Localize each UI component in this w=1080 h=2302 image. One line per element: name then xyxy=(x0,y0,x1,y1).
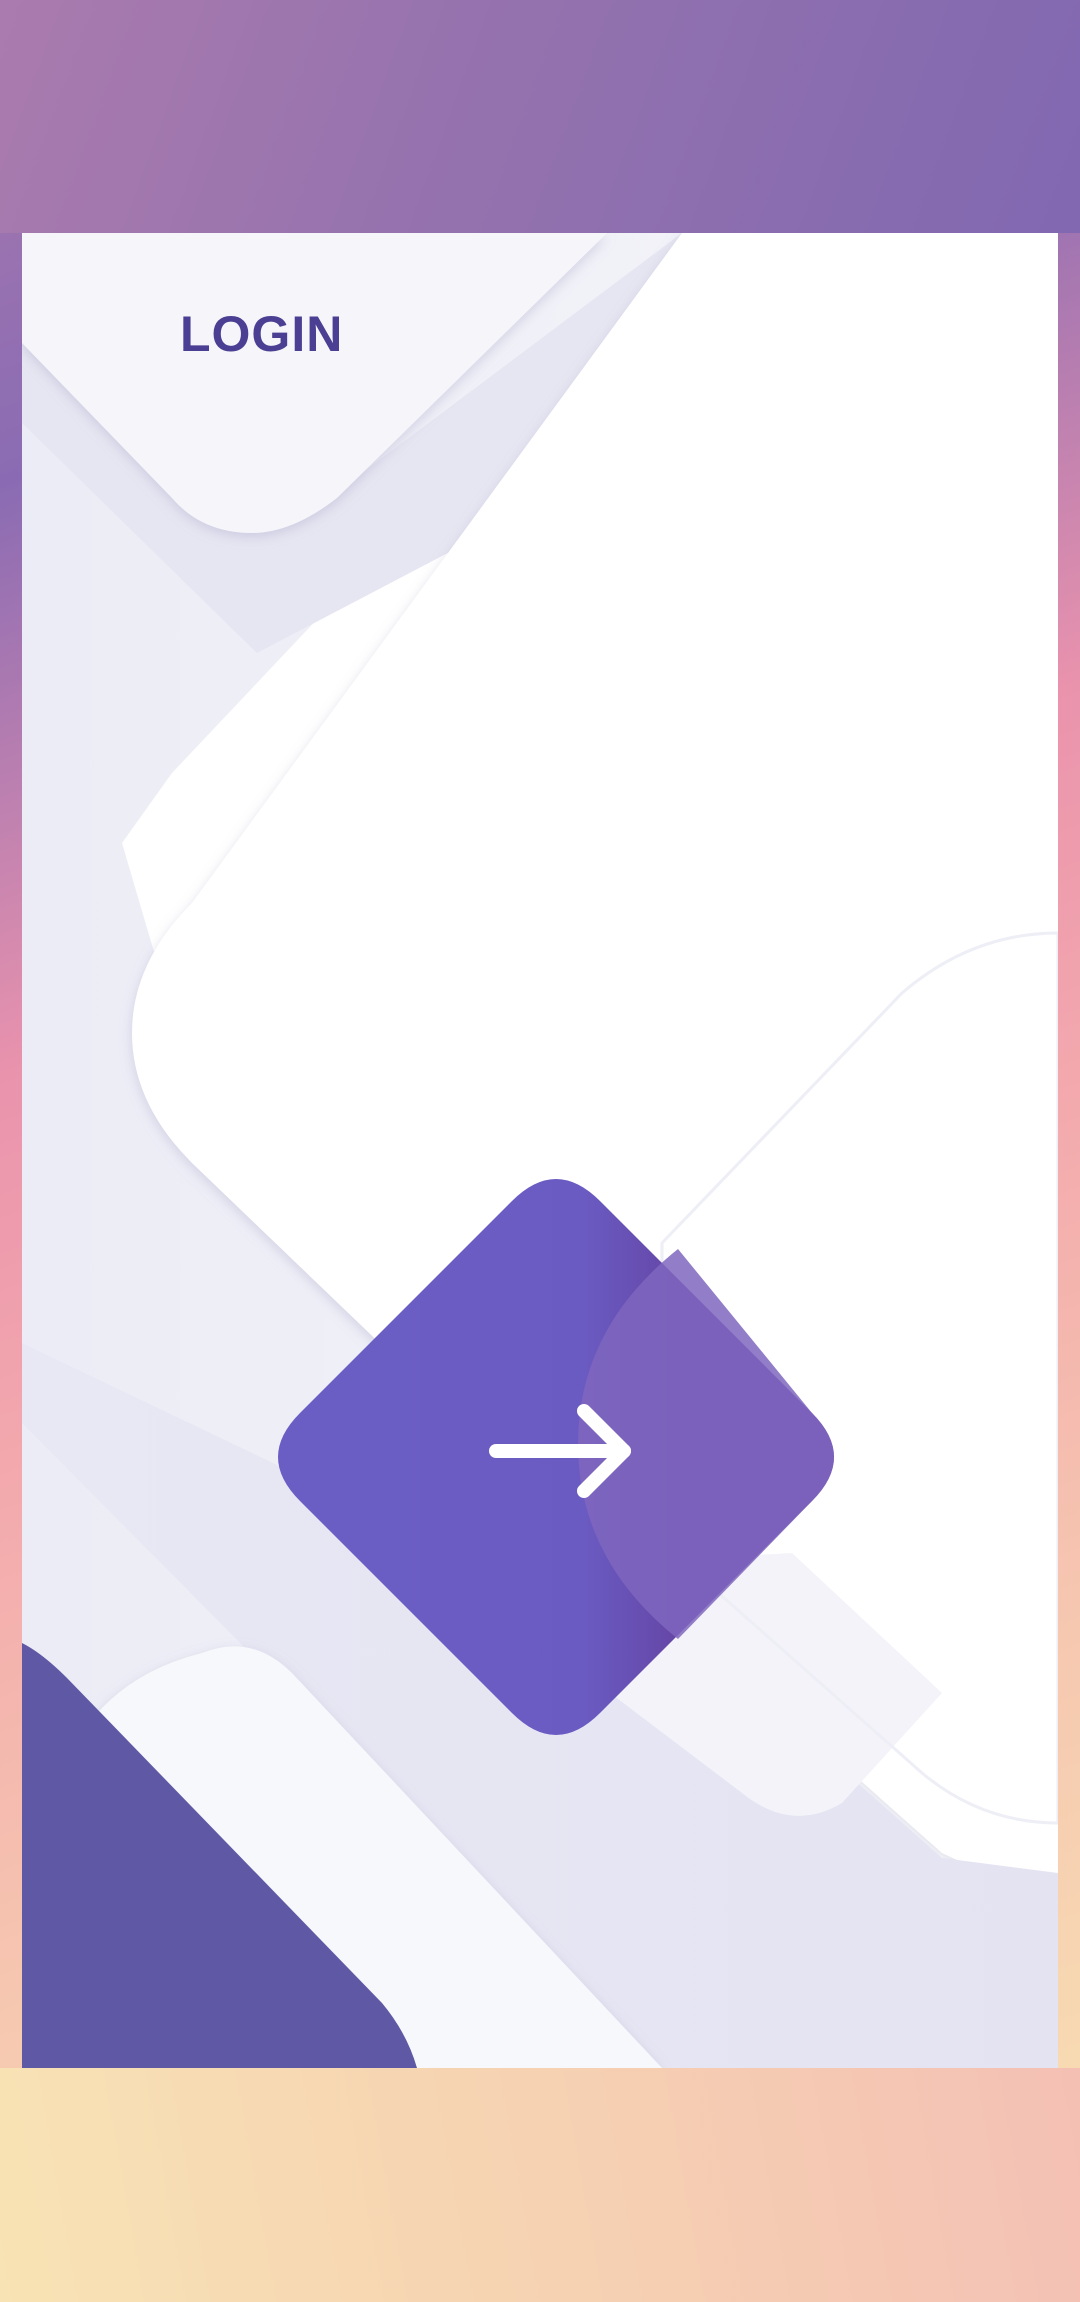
background-top xyxy=(0,0,1080,233)
background-bottom xyxy=(0,2068,1080,2302)
background-shapes xyxy=(22,233,1058,2068)
next-button[interactable] xyxy=(278,1179,834,1735)
page-title: LOGIN xyxy=(180,306,344,362)
login-screen: LOGIN xyxy=(22,233,1058,2068)
